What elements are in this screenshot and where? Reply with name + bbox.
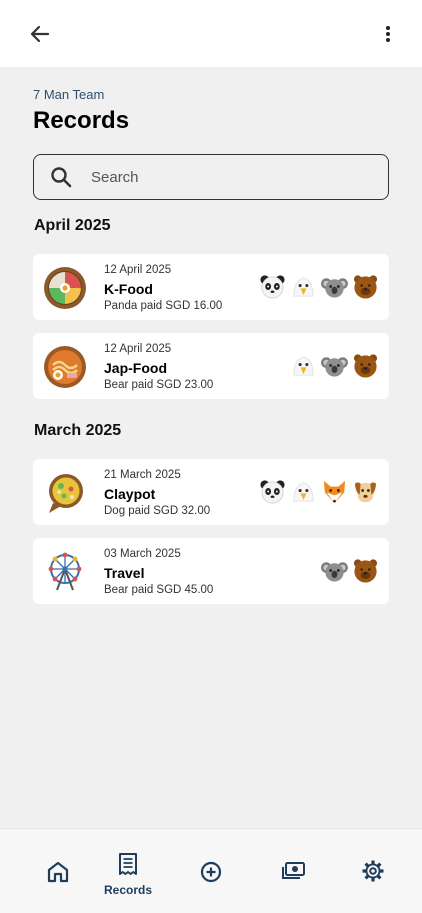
eagle-avatar-icon	[293, 356, 314, 376]
receipt-icon	[119, 853, 138, 875]
nav-home[interactable]	[45, 859, 71, 885]
ferris-wheel-icon	[48, 552, 82, 591]
home-icon	[47, 861, 69, 883]
member-avatars	[321, 557, 379, 584]
bear-avatar-icon	[353, 354, 378, 378]
record-date: 12 April 2025	[104, 264, 172, 276]
record-name: K-Food	[104, 281, 153, 297]
record-paid-by: Panda paid SGD 16.00	[104, 300, 223, 312]
fox-avatar-icon	[323, 480, 346, 504]
month-header: April 2025	[34, 217, 111, 234]
dog-avatar-icon	[354, 482, 377, 503]
arrow-left-icon	[30, 25, 50, 43]
eagle-avatar-icon	[293, 482, 314, 502]
search-box[interactable]	[33, 154, 389, 200]
record-card[interactable]: 03 March 2025 Travel Bear paid SGD 45.00	[33, 538, 389, 604]
page-title: Records	[33, 107, 130, 134]
record-name: Claypot	[104, 486, 156, 502]
koala-avatar-icon	[321, 357, 348, 377]
team-name: 7 Man Team	[33, 87, 105, 102]
search-icon	[51, 167, 72, 188]
record-card[interactable]: 12 April 2025 Jap-Food Bear paid SGD 23.…	[33, 333, 389, 399]
month-header: March 2025	[34, 422, 122, 439]
koala-avatar-icon	[321, 278, 348, 298]
member-avatars	[259, 273, 379, 300]
record-date: 03 March 2025	[104, 548, 181, 560]
bottom-navigation: Records	[0, 828, 422, 913]
search-input[interactable]	[91, 168, 341, 186]
add-circle-icon	[200, 861, 222, 883]
panda-avatar-icon	[260, 275, 285, 299]
ramen-icon	[44, 346, 86, 388]
nav-records[interactable]: Records	[104, 851, 152, 897]
nav-records-label: Records	[104, 883, 153, 897]
record-paid-by: Bear paid SGD 45.00	[104, 584, 214, 596]
more-options-button[interactable]	[372, 18, 404, 50]
bibimbap-icon	[44, 267, 86, 309]
record-name: Travel	[104, 565, 145, 581]
app-bar	[0, 0, 422, 67]
eagle-avatar-icon	[293, 277, 314, 297]
back-button[interactable]	[24, 18, 56, 50]
record-date: 21 March 2025	[104, 469, 181, 481]
bear-avatar-icon	[353, 275, 378, 299]
panda-avatar-icon	[260, 480, 285, 504]
member-avatars	[290, 352, 379, 379]
more-vertical-icon	[386, 26, 390, 42]
koala-avatar-icon	[321, 562, 348, 582]
money-icon	[282, 862, 305, 879]
record-paid-by: Dog paid SGD 32.00	[104, 505, 211, 517]
settings-icon	[362, 860, 384, 882]
record-card[interactable]: 12 April 2025 K-Food Panda paid SGD 16.0…	[33, 254, 389, 320]
nav-settings[interactable]	[360, 858, 386, 884]
record-card[interactable]: 21 March 2025 Claypot Dog paid SGD 32.00	[33, 459, 389, 525]
claypot-icon	[49, 474, 83, 513]
record-date: 12 April 2025	[104, 343, 172, 355]
record-paid-by: Bear paid SGD 23.00	[104, 379, 214, 391]
bear-avatar-icon	[353, 559, 378, 583]
record-name: Jap-Food	[104, 360, 167, 376]
nav-add[interactable]	[198, 859, 224, 885]
member-avatars	[259, 478, 379, 505]
nav-money[interactable]	[281, 858, 307, 884]
